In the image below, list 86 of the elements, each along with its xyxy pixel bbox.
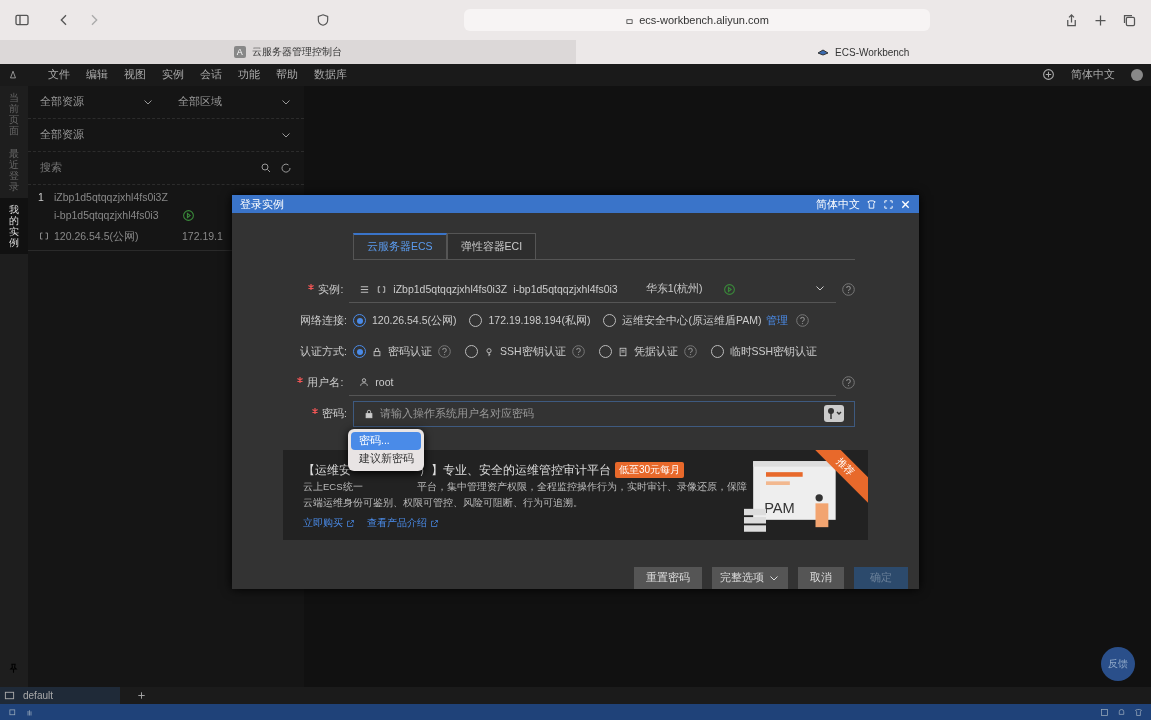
instance-select[interactable]: iZbp1d5qtqqzjxhl4fs0i3Z i-bp1d5qtqqzjxhl4fs0i3 华东1(杭州) — [349, 276, 836, 303]
address-bar[interactable]: ecs-workbench.aliyun.com — [464, 9, 930, 31]
options-button[interactable]: 完整选项 — [712, 567, 788, 589]
menu-item[interactable]: 会话 — [200, 68, 222, 82]
auth-option[interactable]: 凭据认证 — [598, 344, 678, 359]
menu-item[interactable]: 数据库 — [314, 68, 347, 82]
filter-select[interactable]: 全部资源 — [28, 86, 166, 118]
menu-item[interactable]: 帮助 — [276, 68, 298, 82]
running-icon — [182, 209, 195, 222]
app-logo-icon — [8, 70, 18, 80]
site-icon: A — [233, 46, 246, 58]
list-icon — [359, 283, 371, 295]
dialog-button[interactable]: 取消 — [798, 567, 844, 589]
filter-select[interactable]: 全部区域 — [166, 86, 304, 118]
dialog-tab[interactable]: 云服务器ECS — [353, 233, 447, 259]
field-label: 实例: — [318, 282, 344, 295]
add-icon — [1042, 67, 1055, 81]
key-icon — [484, 346, 494, 357]
password-field[interactable]: 请输入操作系统用户名对应密码 — [353, 400, 855, 427]
avatar-icon[interactable] — [1131, 69, 1143, 81]
browser-tab[interactable]: A 云服务器管理控制台 — [0, 40, 576, 64]
pin-icon — [7, 662, 20, 675]
search-field[interactable]: 搜索 — [28, 152, 304, 184]
bell-icon — [1117, 707, 1126, 717]
help-icon[interactable] — [571, 345, 585, 358]
dialog-button[interactable]: 重置密码 — [634, 567, 702, 589]
promo-text: 云上ECS统一 — [303, 481, 363, 494]
menu-item[interactable]: 实例 — [162, 68, 184, 82]
running-icon — [722, 282, 736, 296]
promo-title: 【运维安 — [303, 462, 351, 478]
menu-item[interactable]: 功能 — [238, 68, 260, 82]
menu-item[interactable]: 文件 — [48, 68, 70, 82]
menu-item[interactable]: 视图 — [124, 68, 146, 82]
language-menu[interactable]: 简体中文 — [1071, 68, 1115, 82]
network-option[interactable]: 172.19.198.194(私网) — [469, 313, 591, 328]
menu-item[interactable]: 编辑 — [86, 68, 108, 82]
public-ip: 120.26.54.5(公网) — [54, 230, 140, 244]
tabs-icon — [1122, 12, 1137, 28]
auth-option[interactable]: 密码认证 — [353, 344, 432, 359]
key-icon[interactable] — [824, 405, 844, 422]
auth-option[interactable]: 临时SSH密钥认证 — [710, 344, 818, 359]
language-menu[interactable]: 简体中文 — [816, 196, 860, 212]
external-link-icon — [346, 518, 355, 528]
row-number: 1 — [38, 191, 45, 203]
manage-link[interactable]: 管理 — [766, 313, 789, 328]
field-label: 密码: — [322, 406, 347, 419]
username-field[interactable]: root — [349, 369, 836, 396]
dialog-title-bar: 登录实例 简体中文 — [232, 195, 919, 213]
help-icon[interactable] — [438, 345, 451, 358]
search-icon — [260, 162, 272, 174]
promo-link[interactable]: 查看产品介绍 — [367, 516, 439, 530]
field-label: 网络连接: — [299, 313, 348, 328]
document-icon — [617, 346, 628, 357]
network-option[interactable]: 运维安全中心(原运维盾PAM) — [603, 313, 762, 328]
promo-text: 平台，集中管理资产权限，全程监控操作行为，实时审计、录像还原，保障 — [416, 481, 747, 494]
dialog-tab[interactable]: 弹性容器ECI — [446, 233, 537, 259]
refresh-icon — [280, 162, 292, 174]
price-tag: 低至30元每月 — [615, 462, 685, 478]
auth-option[interactable]: SSH密钥认证 — [465, 344, 566, 359]
help-icon[interactable] — [842, 376, 855, 389]
help-icon[interactable] — [796, 314, 810, 327]
network-option[interactable]: 120.26.54.5(公网) — [353, 313, 457, 328]
filter-select[interactable]: 全部资源 — [28, 119, 304, 151]
private-ip: 172.19.1 — [182, 230, 224, 244]
side-tab[interactable]: 我的实例 — [0, 198, 28, 254]
new-tab-icon — [136, 690, 147, 701]
instance-name[interactable]: iZbp1d5qtqqzjxhl4fs0i3Z — [54, 191, 182, 203]
sidebar-icon — [14, 12, 30, 28]
field-label: 认证方式: — [299, 344, 348, 359]
tab-title: 云服务器管理控制台 — [251, 45, 342, 59]
terminal-tab[interactable]: default — [0, 687, 120, 704]
external-link-icon — [430, 518, 439, 528]
browser-tab[interactable]: ECS-Workbench — [575, 40, 1151, 64]
shield-icon — [316, 13, 330, 27]
share-icon — [1064, 12, 1079, 28]
close-icon — [900, 198, 911, 210]
instance-id: i-bp1d5qtqqzjxhl4fs0i3 — [54, 209, 160, 223]
help-icon[interactable] — [842, 283, 855, 296]
menu-item[interactable]: 建议新密码 — [351, 450, 421, 468]
fullscreen-icon — [883, 198, 894, 210]
field-label: 用户名: — [307, 375, 344, 388]
promo-text: 云端运维身份可鉴别、权限可管控、风险可阻断、行为可追溯。 — [303, 497, 583, 510]
promo-link[interactable]: 立即购买 — [303, 516, 355, 530]
user-icon — [359, 377, 370, 387]
help-icon[interactable] — [683, 345, 697, 358]
tab-title: ECS-Workbench — [835, 46, 910, 58]
